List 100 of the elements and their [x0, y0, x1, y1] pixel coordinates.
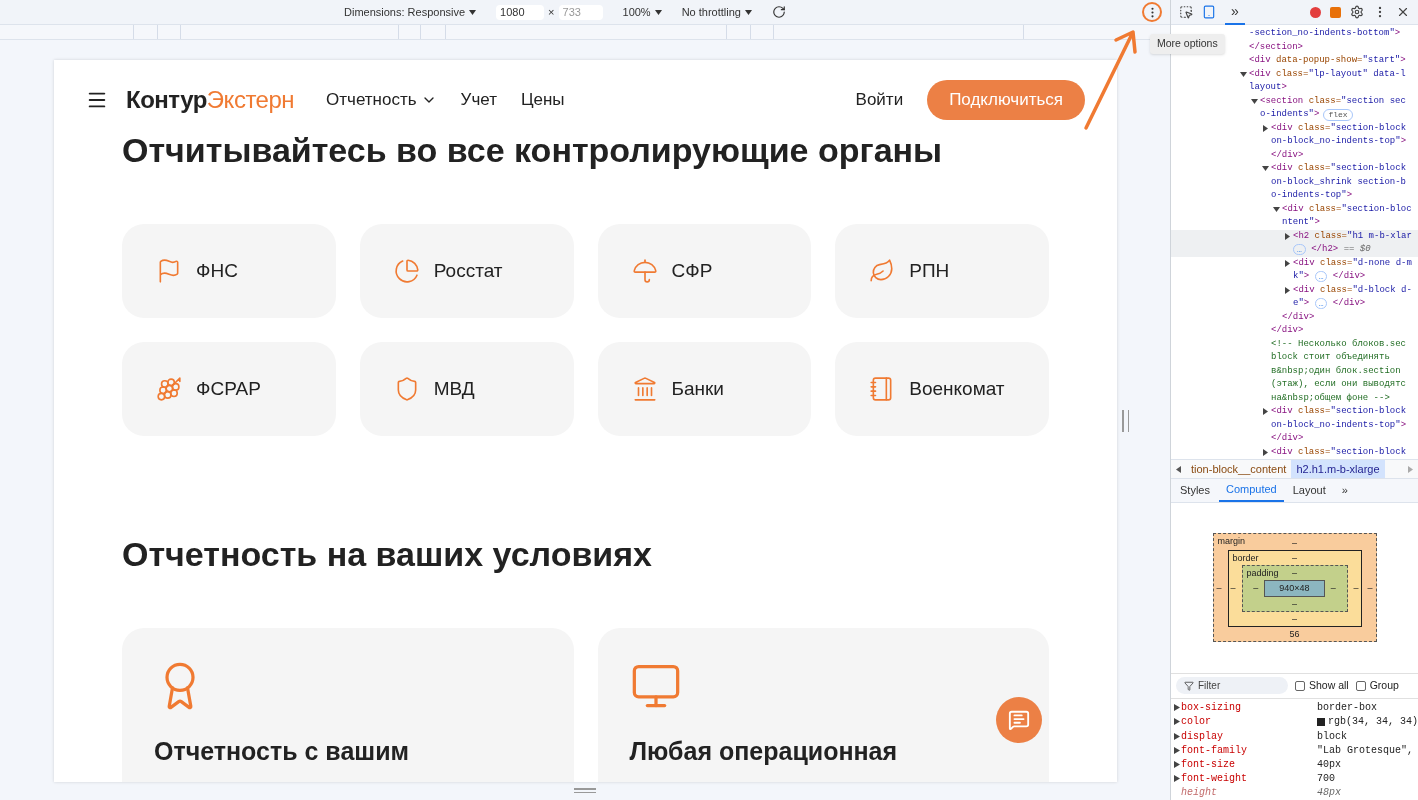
agency-label: ФНС — [196, 258, 238, 283]
panel-tab[interactable]: Computed — [1218, 479, 1284, 503]
agency-card[interactable]: ФСРАР — [122, 342, 336, 436]
dom-node[interactable]: <h2 class="h1 m-b-xlar … </h2> == $0 — [1171, 229, 1418, 257]
dom-node[interactable]: <div class="d-block d- e"> … </div> — [1171, 283, 1418, 311]
times-sign: × — [548, 4, 555, 20]
inspect-icon[interactable] — [1179, 5, 1193, 19]
property-value: border-box — [1317, 701, 1377, 716]
box-value: – — [1292, 613, 1297, 627]
caret-icon — [744, 9, 752, 15]
nav-link[interactable]: Цены — [520, 87, 565, 113]
closing-tag: </div> — [1282, 311, 1315, 322]
collapsed-arrow-icon[interactable] — [1284, 232, 1291, 240]
box-value: – — [1292, 567, 1297, 581]
checkbox[interactable] — [1295, 680, 1305, 691]
box-label: margin — [1217, 535, 1245, 549]
collapsed-arrow-icon[interactable] — [1262, 408, 1269, 415]
agency-label: Военкомат — [909, 376, 1005, 401]
resize-handle[interactable] — [574, 788, 596, 793]
box-value: – — [1353, 582, 1359, 596]
dom-node[interactable]: <section class="section sec o-indents"> flex — [1171, 94, 1418, 122]
box-value: – — [1330, 582, 1336, 596]
more-options-button[interactable] — [1142, 2, 1162, 22]
property-value: 40px — [1317, 758, 1341, 773]
filter-field[interactable]: Filter — [1176, 677, 1288, 695]
resize-handle[interactable] — [1122, 410, 1129, 432]
settings-icon[interactable] — [1350, 5, 1364, 19]
scroll-left-icon[interactable] — [1176, 465, 1181, 473]
expanded-arrow-icon[interactable] — [1262, 165, 1269, 172]
throttling-dropdown[interactable]: No throttling — [681, 3, 752, 21]
box-value: – — [1216, 582, 1222, 596]
agency-card[interactable]: МВД — [359, 342, 574, 436]
expanded-arrow-icon[interactable] — [1251, 97, 1258, 105]
logo[interactable]: КонтурЭкстерн — [126, 82, 295, 118]
property-value: 48px — [1317, 786, 1341, 800]
dom-node[interactable]: <div class="lp-layout" data-l layout> — [1171, 67, 1418, 95]
warning-icon[interactable] — [1330, 6, 1341, 18]
agency-card[interactable]: СФР — [597, 224, 812, 318]
box-value: – — [1292, 537, 1297, 551]
expanded-arrow-icon[interactable] — [1240, 70, 1247, 78]
caret-icon — [469, 9, 477, 15]
dom-node[interactable]: <div class="section-block — [1171, 445, 1418, 459]
device-toggle-icon[interactable] — [1202, 5, 1216, 19]
filter-icon — [1184, 681, 1194, 692]
caret-icon — [654, 9, 662, 15]
agency-label: СФР — [671, 258, 713, 283]
box-label: border — [1232, 552, 1259, 566]
collapsed-arrow-icon[interactable] — [1262, 124, 1269, 132]
agency-label: МВД — [433, 376, 475, 401]
collapsed-arrow-icon[interactable] — [1284, 286, 1291, 294]
zoom-dropdown[interactable]: 100% — [622, 3, 662, 21]
breadcrumb[interactable]: h2.h1.m-b-xlarge — [1291, 460, 1385, 479]
property-name: font-size — [1181, 758, 1236, 773]
box-value: – — [1292, 552, 1297, 566]
panel-tab[interactable]: Layout — [1285, 479, 1333, 503]
rotate-icon[interactable] — [771, 5, 786, 19]
dom-node[interactable]: <div class="section-block on-block_no-indents-top"> </div> — [1171, 121, 1418, 162]
leaf-icon — [869, 258, 896, 284]
agency-label: РПН — [909, 258, 950, 283]
agency-card[interactable]: Военкомат — [835, 342, 1049, 436]
nav-link[interactable]: Отчетность — [326, 87, 437, 113]
height-field[interactable]: 733 — [558, 4, 603, 20]
dom-node[interactable]: <div class="section-block on-block_no-indents-top"> </div> — [1171, 405, 1418, 446]
dom-node[interactable]: <div class="section-block on-block_shrink section-b o-indents-top"> — [1171, 162, 1418, 203]
error-icon[interactable] — [1310, 6, 1321, 18]
umbrella-icon — [631, 258, 658, 284]
collapsed-arrow-icon[interactable] — [1284, 259, 1291, 267]
close-icon[interactable] — [1396, 5, 1410, 19]
grapes-icon — [156, 376, 182, 402]
breadcrumb[interactable]: tion-block__content — [1186, 460, 1292, 479]
more-tabs-tab[interactable]: » — [1225, 0, 1245, 25]
pie-chart-icon — [393, 258, 420, 284]
dom-node[interactable]: <div class="section-bloc ntent"> — [1171, 202, 1418, 230]
collapsed-arrow-icon[interactable] — [1262, 448, 1269, 456]
expanded-arrow-icon[interactable] — [1273, 205, 1280, 213]
checkbox-label: Group — [1369, 677, 1399, 693]
panel-tab[interactable]: » — [1334, 479, 1355, 503]
dimensions-dropdown[interactable]: Dimensions: Responsive — [344, 3, 477, 21]
feature-title: Отчетность с вашим — [154, 736, 411, 766]
property-value: block — [1317, 729, 1347, 744]
color-swatch[interactable] — [1317, 718, 1325, 726]
agency-card[interactable]: Банки — [597, 342, 812, 436]
agency-card[interactable]: Росстат — [359, 224, 574, 318]
property-value: 700 — [1317, 772, 1335, 787]
dom-node[interactable]: <!-- Несколько блоков.sec block стоит объединять в&nbsp;один блок.section (этаж), если они выводятс на&nbsp;общем фоне --> — [1171, 337, 1418, 405]
agency-card[interactable]: ФНС — [122, 224, 336, 318]
section-heading: Отчетность на ваших условиях — [122, 534, 653, 575]
dom-node[interactable]: <div data-popup-show="start"> — [1171, 54, 1418, 68]
box-value: – — [1367, 582, 1373, 596]
box-value: – — [1230, 582, 1236, 596]
panel-tab[interactable]: Styles — [1173, 479, 1217, 503]
checkbox[interactable] — [1355, 680, 1366, 691]
property-value: rgb(34, 34, 34) — [1328, 715, 1418, 730]
width-field[interactable]: 1080 — [496, 4, 545, 20]
tooltip: More options — [1150, 34, 1225, 54]
login-link[interactable]: Войти — [855, 87, 904, 113]
nav-link[interactable]: Учет — [460, 87, 497, 113]
property-name: font-weight — [1181, 772, 1248, 787]
dom-node[interactable]: <div class="d-none d-m k"> … </div> — [1171, 256, 1418, 284]
agency-card[interactable]: РПН — [835, 224, 1049, 318]
